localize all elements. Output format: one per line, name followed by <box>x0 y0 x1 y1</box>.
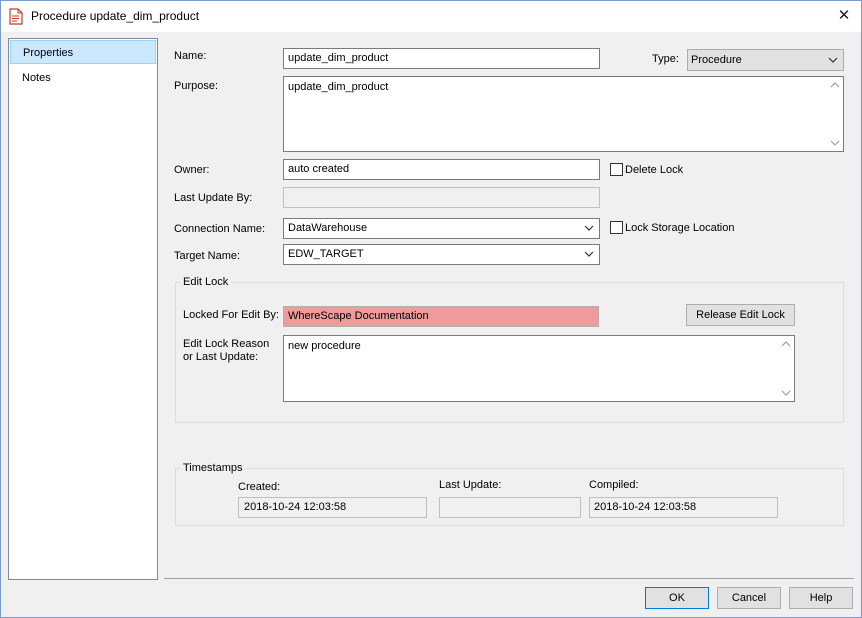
type-select[interactable]: Procedure <box>687 49 844 71</box>
compiled-field: 2018-10-24 12:03:58 <box>589 497 778 518</box>
nav-item-label: Notes <box>22 72 51 84</box>
nav-item-notes[interactable]: Notes <box>10 66 156 90</box>
bottom-separator <box>164 578 854 579</box>
nav-item-properties[interactable]: Properties <box>10 40 156 64</box>
edit-lock-reason-label-line1: Edit Lock Reason <box>183 338 270 350</box>
purpose-label: Purpose: <box>174 80 219 92</box>
delete-lock-label: Delete Lock <box>625 164 684 176</box>
title-bar: Procedure update_dim_product ✕ <box>1 1 861 32</box>
dialog-window: Procedure update_dim_product ✕ Propertie… <box>0 0 862 618</box>
help-button[interactable]: Help <box>789 587 853 609</box>
nav-item-label: Properties <box>23 47 74 59</box>
chevron-down-icon <box>828 50 838 78</box>
target-name-select[interactable]: EDW_TARGET <box>283 244 600 265</box>
scroll-down-icon[interactable] <box>826 134 843 151</box>
owner-label: Owner: <box>174 164 210 176</box>
delete-lock-checkbox[interactable] <box>610 163 623 176</box>
type-label: Type: <box>652 53 679 65</box>
window-title: Procedure update_dim_product <box>31 9 200 23</box>
edit-lock-reason-text: new procedure <box>288 340 361 352</box>
chevron-down-icon <box>584 245 594 264</box>
compiled-label: Compiled: <box>589 479 639 491</box>
connection-name-label: Connection Name: <box>174 223 266 235</box>
locked-for-edit-by-field: WhereScape Documentation <box>283 306 599 327</box>
purpose-scrollbar[interactable] <box>826 77 843 151</box>
locked-for-edit-by-label: Locked For Edit By: <box>183 309 279 321</box>
target-name-value: EDW_TARGET <box>288 248 364 260</box>
scroll-up-icon[interactable] <box>826 77 843 94</box>
ok-button[interactable]: OK <box>645 587 709 609</box>
timestamps-group-title: Timestamps <box>180 461 246 475</box>
scroll-down-icon[interactable] <box>777 384 794 401</box>
nav-panel: Properties Notes <box>8 38 158 580</box>
cancel-button[interactable]: Cancel <box>717 587 781 609</box>
last-update-by-field <box>283 187 600 208</box>
purpose-textarea[interactable]: update_dim_product <box>283 76 844 152</box>
chevron-down-icon <box>584 219 594 238</box>
target-name-label: Target Name: <box>174 250 241 262</box>
edit-lock-reason-label-line2: or Last Update: <box>183 351 259 363</box>
purpose-text: update_dim_product <box>288 81 389 93</box>
procedure-document-icon <box>9 8 23 25</box>
release-edit-lock-button[interactable]: Release Edit Lock <box>686 304 795 326</box>
last-update-field <box>439 497 581 518</box>
lock-storage-location-checkbox[interactable] <box>610 221 623 234</box>
name-input[interactable]: update_dim_product <box>283 48 600 69</box>
last-update-label: Last Update: <box>439 479 502 491</box>
type-select-value: Procedure <box>691 54 742 66</box>
connection-name-select[interactable]: DataWarehouse <box>283 218 600 239</box>
created-label: Created: <box>238 481 281 493</box>
name-label: Name: <box>174 50 207 62</box>
lock-storage-location-label: Lock Storage Location <box>625 222 735 234</box>
last-update-by-label: Last Update By: <box>174 192 253 204</box>
edit-lock-reason-textarea[interactable]: new procedure <box>283 335 795 402</box>
owner-input[interactable]: auto created <box>283 159 600 180</box>
scroll-up-icon[interactable] <box>777 336 794 353</box>
created-field: 2018-10-24 12:03:58 <box>238 497 427 518</box>
connection-name-value: DataWarehouse <box>288 222 368 234</box>
edit-lock-reason-scrollbar[interactable] <box>777 336 794 401</box>
close-icon[interactable]: ✕ <box>835 7 853 25</box>
edit-lock-group-title: Edit Lock <box>180 275 232 289</box>
